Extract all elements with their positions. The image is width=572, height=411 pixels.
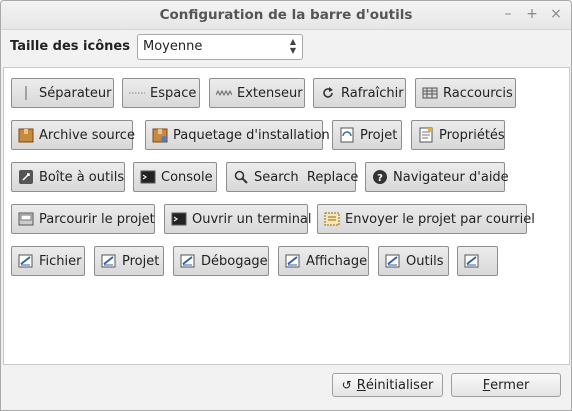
console-icon [140, 169, 156, 185]
close-button[interactable]: Fermer [451, 373, 561, 397]
toolbar-item-email-project[interactable]: Envoyer le projet par courriel [317, 204, 535, 234]
toolbar-item-label: Navigateur d'aide [393, 169, 509, 185]
toolbar-item-archive-source[interactable]: Archive source [11, 120, 135, 150]
toolbar-item-label: Rafraîchir [341, 85, 404, 101]
menu-icon [180, 253, 196, 269]
package-icon [152, 127, 168, 143]
menu-icon [385, 253, 401, 269]
toolbar-item-menu-view[interactable]: Affichage [278, 246, 369, 276]
toolbar-item-help-browser[interactable]: ? Navigateur d'aide [365, 162, 509, 192]
toolbar-item-browse-project[interactable]: Parcourir le projet [11, 204, 155, 234]
toolbar-items-panel: Séparateur Espace Extenseur Rafraîchir R… [3, 67, 570, 365]
window-title: Configuration de la barre d'outils [159, 7, 413, 23]
close-label: ermer [490, 377, 530, 393]
title-bar: Configuration de la barre d'outils – + × [1, 1, 571, 30]
toolbar-config-dialog: Configuration de la barre d'outils – + ×… [0, 0, 572, 411]
toolbar-item-label: Propriétés [439, 127, 505, 143]
icon-size-row: Taille des icônes Moyenne ▲ ▼ [10, 34, 562, 60]
reset-button[interactable]: ↺ Réinitialiser [332, 373, 443, 397]
toolbar-item-label: Extenseur [237, 85, 303, 101]
toolbar-item-label: Envoyer le projet par courriel [345, 211, 535, 227]
archive-icon [18, 127, 34, 143]
toolbar-item-menu-file[interactable]: Fichier [11, 246, 85, 276]
toolbar-item-label: Console [161, 169, 213, 185]
menu-icon [464, 253, 480, 269]
toolbar-item-label: Fichier [39, 253, 82, 269]
properties-icon [418, 127, 434, 143]
toolbar-item-shortcuts[interactable]: Raccourcis [415, 78, 516, 108]
refresh-icon [320, 85, 336, 101]
toolbar-item-label: Espace [150, 85, 197, 101]
toolbar-item-project[interactable]: Projet [332, 120, 402, 150]
close-mnemonic: F [482, 377, 491, 393]
toolbar-item-label: Outils [406, 253, 444, 269]
help-icon: ? [372, 169, 388, 185]
minimize-button[interactable]: – [499, 5, 517, 23]
toolbar-item-label: Séparateur [39, 85, 112, 101]
separator-icon [18, 85, 34, 101]
toolbar-item-label: Affichage [306, 253, 368, 269]
toolbar-item-properties[interactable]: Propriétés [411, 120, 505, 150]
maximize-button[interactable]: + [523, 5, 541, 23]
toolbar-item-label: Projet [122, 253, 160, 269]
toolbar-item-menu-tools[interactable]: Outils [378, 246, 449, 276]
svg-text:?: ? [377, 173, 383, 184]
icon-size-select[interactable]: Moyenne ▲ ▼ [137, 34, 303, 60]
toolbar-item-toolbox[interactable]: Boîte à outils [11, 162, 125, 192]
toolbar-item-search-replace[interactable]: Search Replace [226, 162, 359, 192]
select-arrows-icon: ▲ ▼ [289, 37, 296, 55]
toolbar-item-separator[interactable]: Séparateur [11, 78, 114, 108]
toolbar-item-space[interactable]: Espace [122, 78, 200, 108]
menu-icon [18, 253, 34, 269]
toolbar-item-label: Débogage [201, 253, 268, 269]
icon-size-label: Taille des icônes [10, 39, 130, 54]
icon-size-value: Moyenne [143, 39, 203, 54]
toolbar-item-label: Parcourir le projet [39, 211, 155, 227]
toolbar-item-open-terminal[interactable]: Ouvrir un terminal [164, 204, 312, 234]
mail-icon [324, 211, 340, 227]
toolbar-item-label: Archive source [39, 127, 135, 143]
toolbar-item-menu-project[interactable]: Projet [94, 246, 164, 276]
toolbar-item-label: Boîte à outils [39, 169, 125, 185]
reset-label: éinitialiser [365, 377, 434, 393]
reset-mnemonic: R [356, 377, 366, 393]
toolbar-item-refresh[interactable]: Rafraîchir [313, 78, 406, 108]
toolbar-item-label: Ouvrir un terminal [192, 211, 312, 227]
menu-icon [101, 253, 117, 269]
project-icon [339, 127, 355, 143]
search-icon [233, 169, 249, 185]
toolbar-item-install-package[interactable]: Paquetage d'installation [145, 120, 330, 150]
toolbar-item-label: Projet [360, 127, 398, 143]
browse-icon [18, 211, 34, 227]
undo-icon: ↺ [341, 378, 352, 392]
toolbox-icon [18, 169, 34, 185]
toolbar-item-menu-unlabeled[interactable] [457, 246, 498, 276]
toolbar-item-label: Paquetage d'installation [173, 127, 330, 143]
toolbar-item-label: Raccourcis [443, 85, 513, 101]
toolbar-item-expander[interactable]: Extenseur [209, 78, 305, 108]
terminal-icon [171, 211, 187, 227]
toolbar-item-console[interactable]: Console [133, 162, 217, 192]
space-icon [129, 85, 145, 101]
toolbar-item-menu-debug[interactable]: Débogage [173, 246, 269, 276]
shortcuts-icon [422, 85, 438, 101]
toolbar-item-label: Search Replace [254, 169, 359, 185]
menu-icon [285, 253, 301, 269]
expander-icon [216, 85, 232, 101]
close-window-button[interactable]: × [547, 5, 565, 23]
